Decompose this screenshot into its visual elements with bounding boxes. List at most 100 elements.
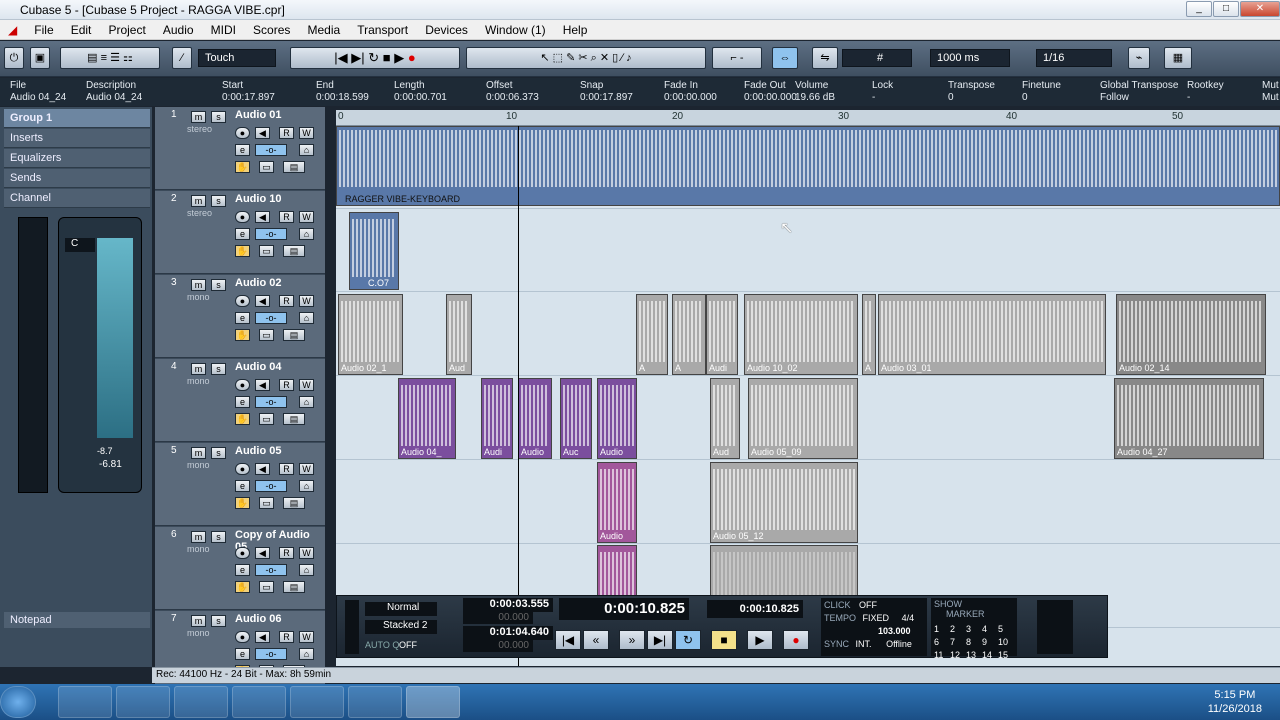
track-name[interactable]: Audio 10 xyxy=(235,193,281,205)
audio-clip[interactable]: Audio xyxy=(597,378,637,459)
write-button[interactable]: W xyxy=(299,463,314,475)
inspector-group[interactable]: Group 1 xyxy=(4,109,150,128)
arrangement-area[interactable]: RAGGER VIBE-KEYBOARD C.O7 Audio 02_1 Aud A… xyxy=(336,126,1280,666)
read-button[interactable]: R xyxy=(279,631,294,643)
volume-fader[interactable] xyxy=(97,238,133,438)
solo-button[interactable]: s xyxy=(211,363,226,375)
cycle-button[interactable]: ↻ xyxy=(675,630,701,650)
menu-transport[interactable]: Transport xyxy=(350,20,415,37)
audio-clip[interactable]: Audio 05_09 xyxy=(748,378,858,459)
inspector-equalizers[interactable]: Equalizers xyxy=(4,149,150,168)
record-button[interactable]: ● xyxy=(783,630,809,650)
lane-button[interactable]: -o- xyxy=(255,564,287,576)
marker-button[interactable]: 12 xyxy=(950,649,966,662)
lane-button[interactable]: -o- xyxy=(255,144,287,156)
solo-button[interactable]: s xyxy=(211,279,226,291)
grid-icon[interactable]: # xyxy=(842,49,912,67)
monitor-button[interactable]: ◀ xyxy=(255,631,270,643)
system-clock[interactable]: 5:15 PM 11/26/2018 xyxy=(1208,688,1262,716)
track-name[interactable]: Audio 01 xyxy=(235,109,281,121)
rewind-button[interactable]: « xyxy=(583,630,609,650)
show-label[interactable]: SHOW xyxy=(934,599,962,609)
solo-button[interactable]: s xyxy=(211,615,226,627)
marker-button[interactable]: 1 xyxy=(934,623,950,636)
grid-type-select[interactable]: 1000 ms xyxy=(930,49,1010,67)
monitor-button[interactable]: ◀ xyxy=(255,211,270,223)
lock-button[interactable]: ✋ xyxy=(235,413,250,425)
click-value[interactable]: OFF xyxy=(859,600,877,610)
freeze-button[interactable]: ⌂ xyxy=(299,312,314,324)
lock-button[interactable]: ✋ xyxy=(235,581,250,593)
inspector-inserts[interactable]: Inserts xyxy=(4,129,150,148)
audio-clip[interactable]: RAGGER VIBE-KEYBOARD xyxy=(336,126,1280,206)
mute-button[interactable]: m xyxy=(191,615,206,627)
info-value[interactable]: 0:00:00.000 xyxy=(664,92,717,103)
inspector-sends[interactable]: Sends xyxy=(4,169,150,188)
monitor-button[interactable]: ◀ xyxy=(255,547,270,559)
write-button[interactable]: W xyxy=(299,295,314,307)
edit-channel-button[interactable]: e xyxy=(235,144,250,156)
lane-button[interactable]: -o- xyxy=(255,648,287,660)
cubase-taskbar-icon[interactable] xyxy=(406,686,460,718)
edit-channel-button[interactable]: e xyxy=(235,396,250,408)
firefox-2-icon[interactable] xyxy=(290,686,344,718)
freeze-button[interactable]: ⌂ xyxy=(299,396,314,408)
freeze-button[interactable]: ⌂ xyxy=(299,648,314,660)
marker-button[interactable]: 8 xyxy=(966,636,982,649)
read-button[interactable]: R xyxy=(279,547,294,559)
media-player-icon[interactable] xyxy=(348,686,402,718)
secondary-time-display[interactable]: 0:00:10.825 xyxy=(707,600,803,618)
write-button[interactable]: W xyxy=(299,127,314,139)
freeze-button[interactable]: ⌂ xyxy=(299,144,314,156)
track-version-button[interactable]: ▤ xyxy=(283,329,305,341)
track-version-button[interactable]: ▤ xyxy=(283,413,305,425)
playhead-cursor[interactable] xyxy=(518,126,519,666)
info-value[interactable]: 0:00:00.000 xyxy=(744,92,797,103)
record-enable-button[interactable]: ● xyxy=(235,211,250,223)
ie-icon[interactable] xyxy=(58,686,112,718)
info-value[interactable]: - xyxy=(872,92,875,103)
record-mode[interactable]: Normal xyxy=(365,602,437,616)
marker-button[interactable]: 3 xyxy=(966,623,982,636)
lane-button[interactable]: -o- xyxy=(255,396,287,408)
mute-button[interactable]: m xyxy=(191,111,206,123)
audio-clip[interactable]: Audio 02_1 xyxy=(338,294,403,375)
info-value[interactable]: 0:00:17.897 xyxy=(580,92,633,103)
audio-clip[interactable]: Aud xyxy=(710,378,740,459)
mute-button[interactable]: m xyxy=(191,195,206,207)
track-header[interactable]: 6msCopy of Audio 05mono●◀RWe-o-⌂✋▭▤ xyxy=(155,527,325,610)
marker-button[interactable]: 14 xyxy=(982,649,998,662)
info-value[interactable]: - xyxy=(1187,92,1190,103)
fl-studio-icon[interactable] xyxy=(232,686,286,718)
file-explorer-icon[interactable] xyxy=(116,686,170,718)
solo-button[interactable]: s xyxy=(211,111,226,123)
forward-button[interactable]: » xyxy=(619,630,645,650)
solo-button[interactable]: s xyxy=(211,447,226,459)
marker-button[interactable]: 9 xyxy=(982,636,998,649)
read-button[interactable]: R xyxy=(279,295,294,307)
menu-midi[interactable]: MIDI xyxy=(204,20,243,37)
record-enable-button[interactable]: ● xyxy=(235,127,250,139)
menu-audio[interactable]: Audio xyxy=(156,20,201,37)
audio-clip[interactable]: Audio xyxy=(597,462,637,543)
marker-button[interactable]: 2 xyxy=(950,623,966,636)
track-name[interactable]: Audio 02 xyxy=(235,277,281,289)
record-enable-button[interactable]: ● xyxy=(235,379,250,391)
edit-channel-button[interactable]: e xyxy=(235,228,250,240)
info-value[interactable]: 0:00:18.599 xyxy=(316,92,369,103)
lock-button[interactable]: ✋ xyxy=(235,245,250,257)
write-button[interactable]: W xyxy=(299,547,314,559)
play-button[interactable]: ▶ xyxy=(747,630,773,650)
marker-button[interactable]: 11 xyxy=(934,649,950,662)
timeline-ruler[interactable]: 0 10 20 30 40 50 xyxy=(336,110,1280,126)
left-locator[interactable]: 0:00:03.555 xyxy=(463,598,553,612)
marker-button[interactable]: 4 xyxy=(982,623,998,636)
audio-clip[interactable]: Audio 10_02 xyxy=(744,294,858,375)
mute-button[interactable]: m xyxy=(191,531,206,543)
tempo-bpm[interactable]: 103.000 xyxy=(878,626,911,636)
track-header[interactable]: 1 m s Audio 01 stereo ● ◀ R We -o- ⌂ ✋ ▭ ▤ xyxy=(155,107,325,190)
app-menu-icon[interactable]: ◢ xyxy=(0,20,24,37)
notepad[interactable]: Notepad xyxy=(4,612,150,628)
freeze-button[interactable]: ⌂ xyxy=(299,480,314,492)
read-button[interactable]: R xyxy=(279,211,294,223)
